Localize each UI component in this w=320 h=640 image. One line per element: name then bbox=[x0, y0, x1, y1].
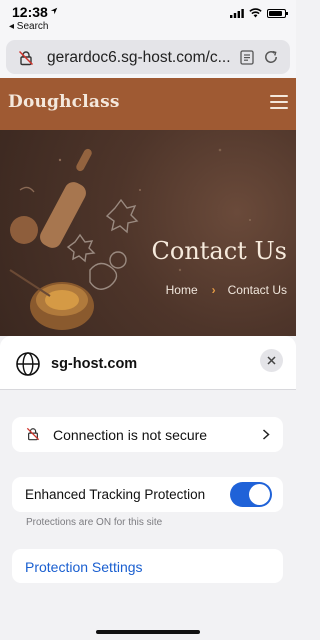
site-logo[interactable]: Doughclass bbox=[8, 92, 120, 112]
breadcrumb-current: Contact Us bbox=[227, 283, 287, 297]
close-button[interactable] bbox=[260, 349, 283, 372]
protection-settings-row[interactable]: Protection Settings bbox=[12, 549, 283, 583]
site-header: Doughclass bbox=[0, 78, 296, 130]
address-bar-area: gerardoc6.sg-host.com/c... bbox=[0, 36, 296, 78]
protection-settings-link[interactable]: Protection Settings bbox=[25, 559, 143, 575]
tracking-protection-toggle[interactable] bbox=[230, 482, 272, 507]
not-secure-lock-icon bbox=[26, 427, 40, 441]
globe-icon bbox=[16, 352, 40, 376]
tracking-protection-row: Enhanced Tracking Protection bbox=[12, 477, 283, 512]
breadcrumb-separator: › bbox=[211, 283, 216, 297]
wifi-icon bbox=[249, 8, 262, 18]
page-title: Contact Us bbox=[151, 237, 287, 265]
tracking-protection-status: Protections are ON for this site bbox=[26, 517, 163, 528]
baking-background-image bbox=[9, 148, 251, 330]
url-text[interactable]: gerardoc6.sg-host.com/c... bbox=[47, 49, 233, 67]
connection-status-row[interactable]: Connection is not secure bbox=[12, 417, 283, 452]
home-indicator[interactable] bbox=[96, 630, 200, 634]
connection-status-label: Connection is not secure bbox=[53, 427, 208, 443]
menu-hamburger-icon[interactable] bbox=[270, 95, 288, 109]
breadcrumb: Home › Contact Us bbox=[166, 283, 287, 297]
hero-banner: Contact Us Home › Contact Us bbox=[0, 130, 296, 336]
site-info-sheet: sg-host.com Connection is not secure Enh… bbox=[0, 336, 296, 640]
back-to-search-link[interactable]: ◂ Search bbox=[9, 21, 48, 32]
status-bar: 12:38 ◂ Search bbox=[0, 0, 296, 36]
not-secure-lock-icon[interactable] bbox=[18, 50, 34, 66]
close-icon bbox=[267, 356, 276, 365]
reader-view-icon[interactable] bbox=[240, 50, 254, 65]
address-bar[interactable]: gerardoc6.sg-host.com/c... bbox=[6, 40, 290, 74]
chevron-right-icon bbox=[262, 429, 270, 440]
status-icons bbox=[230, 8, 288, 18]
cellular-signal-icon bbox=[230, 8, 244, 18]
reload-icon[interactable] bbox=[263, 49, 279, 65]
battery-icon bbox=[267, 8, 288, 18]
sheet-header: sg-host.com bbox=[0, 336, 296, 390]
sheet-domain: sg-host.com bbox=[51, 356, 138, 372]
breadcrumb-home-link[interactable]: Home bbox=[166, 283, 198, 297]
toggle-knob bbox=[249, 484, 270, 505]
tracking-protection-label: Enhanced Tracking Protection bbox=[25, 487, 206, 502]
location-arrow-icon bbox=[50, 7, 58, 15]
status-time: 12:38 bbox=[12, 4, 48, 20]
